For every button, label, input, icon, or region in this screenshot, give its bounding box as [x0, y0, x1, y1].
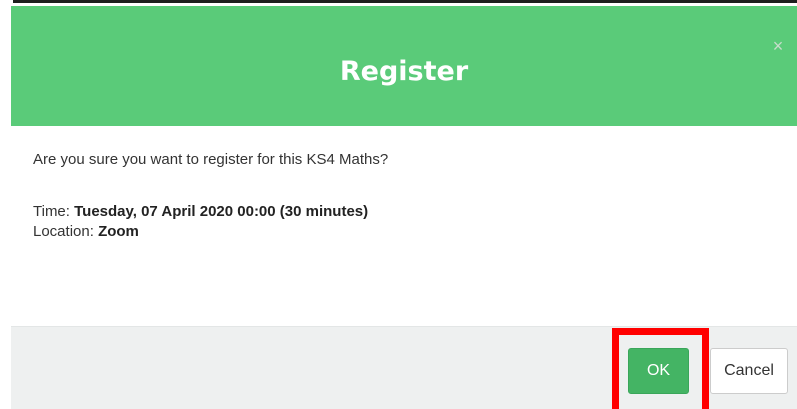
window-top-border [13, 0, 797, 3]
modal-header: Register × [11, 6, 797, 126]
location-value: Zoom [98, 223, 139, 240]
time-value: Tuesday, 07 April 2020 00:00 (30 minutes… [74, 203, 369, 220]
time-line: Time: Tuesday, 07 April 2020 00:00 (30 m… [33, 202, 773, 222]
ok-button[interactable]: OK [628, 348, 689, 394]
location-line: Location: Zoom [33, 222, 773, 242]
modal-body: Are you sure you want to register for th… [33, 150, 773, 242]
close-icon[interactable]: × [769, 35, 787, 57]
time-label: Time: [33, 203, 70, 220]
modal-title: Register [339, 56, 469, 87]
location-label: Location: [33, 223, 94, 240]
cancel-button[interactable]: Cancel [710, 348, 788, 394]
confirmation-question: Are you sure you want to register for th… [33, 151, 389, 168]
